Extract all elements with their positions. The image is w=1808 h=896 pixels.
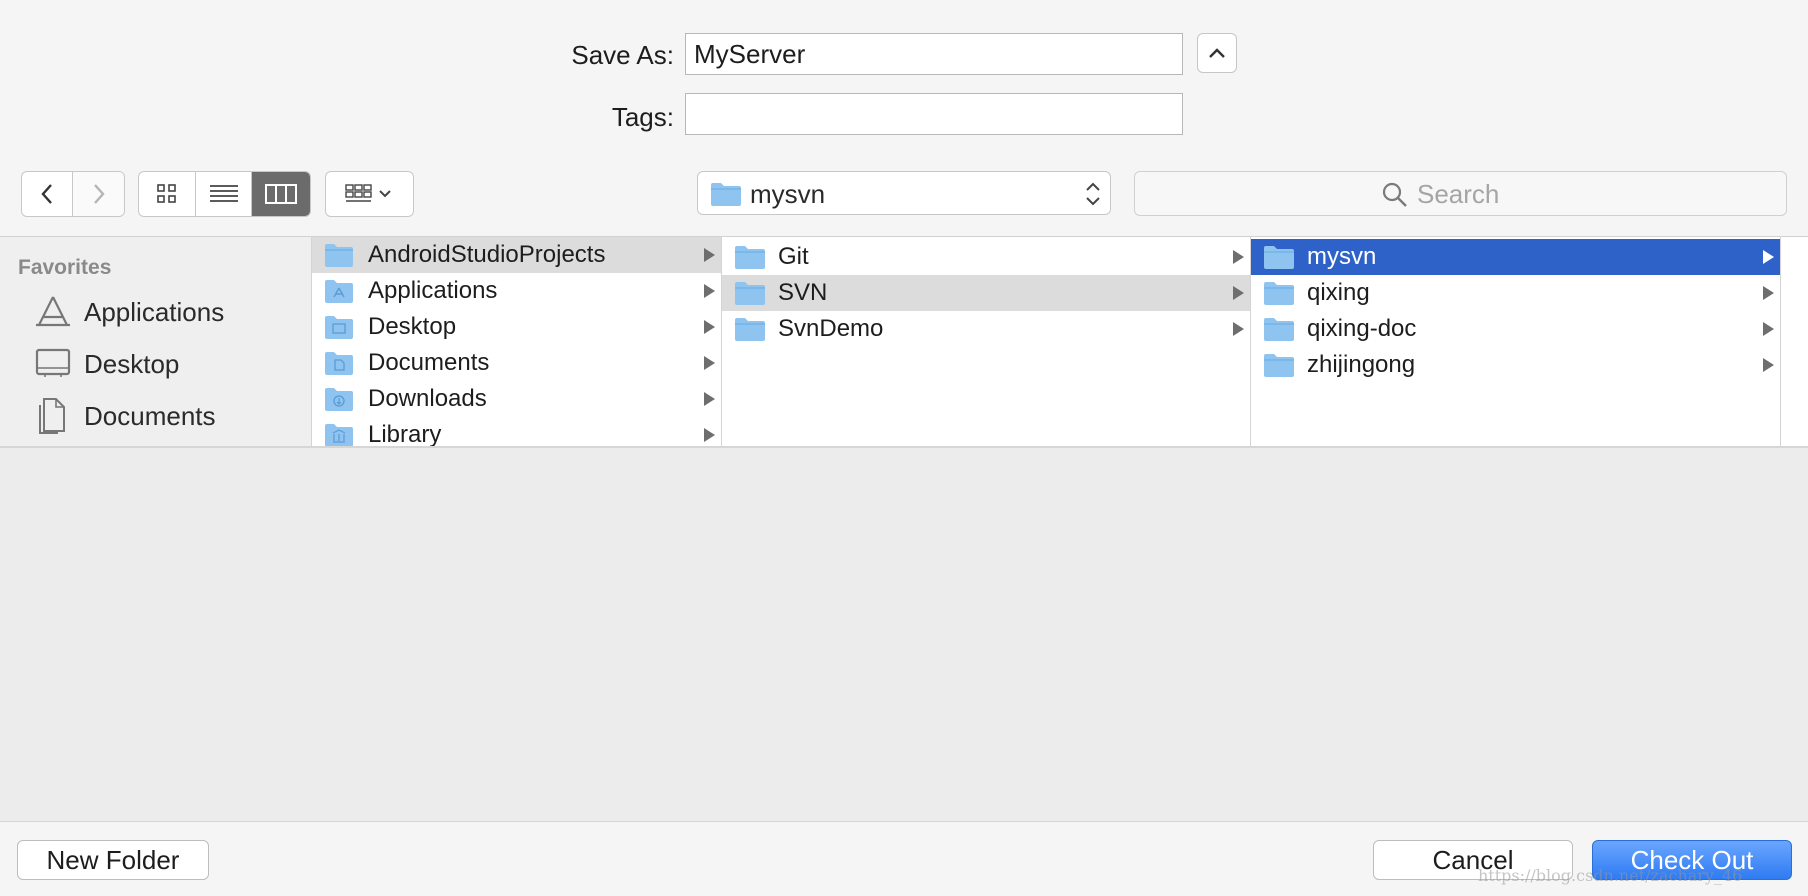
new-folder-button[interactable]: New Folder	[17, 840, 209, 880]
disclosure-arrow-icon	[704, 356, 715, 370]
documents-folder-icon	[325, 352, 353, 375]
list-item[interactable]: qixing-doc	[1251, 311, 1780, 347]
disclosure-arrow-icon	[1233, 322, 1244, 336]
accessory-area	[0, 448, 1808, 821]
folder-icon	[711, 183, 741, 206]
list-item[interactable]: Library	[312, 417, 721, 446]
applications-icon	[36, 296, 70, 327]
icon-view-button[interactable]	[139, 172, 197, 216]
folder-icon	[735, 282, 765, 305]
grid-icon	[157, 184, 176, 203]
tags-label: Tags:	[611, 102, 674, 132]
list-item[interactable]: SVN	[722, 275, 1250, 311]
search-placeholder: Search	[1417, 179, 1500, 209]
list-item[interactable]: AndroidStudioProjects	[312, 237, 721, 273]
list-view-button[interactable]	[196, 172, 252, 216]
chevron-right-icon	[93, 184, 105, 204]
list-item[interactable]: Desktop	[312, 309, 721, 345]
disclosure-arrow-icon	[1763, 286, 1774, 300]
browser-column-2: Git SVN SvnDemo	[722, 237, 1251, 446]
arrange-button[interactable]	[325, 171, 414, 217]
disclosure-arrow-icon	[704, 392, 715, 406]
chevron-up-icon	[1209, 48, 1225, 58]
folder-icon	[1264, 246, 1294, 269]
disclosure-arrow-icon	[704, 428, 715, 442]
folder-icon	[1264, 318, 1294, 341]
sidebar-item-applications[interactable]: Applications	[0, 290, 311, 334]
search-icon	[1382, 182, 1407, 207]
folder-icon	[1264, 282, 1294, 305]
list-item[interactable]: Documents	[312, 345, 721, 381]
save-as-input[interactable]	[685, 33, 1183, 75]
disclosure-arrow-icon	[1763, 358, 1774, 372]
sidebar-item-label: Applications	[84, 296, 225, 327]
watermark: https://blog.csdn.net/zachary_46	[1478, 866, 1743, 885]
save-as-label: Save As:	[571, 40, 674, 70]
column-view-button[interactable]	[251, 172, 310, 216]
folder-icon	[325, 244, 353, 267]
list-item[interactable]: Git	[722, 239, 1250, 275]
location-label: mysvn	[750, 179, 826, 209]
browser-column-3: mysvn qixing qixing-doc zhijingong	[1251, 237, 1781, 446]
applications-folder-icon	[325, 280, 353, 303]
list-item[interactable]: zhijingong	[1251, 347, 1780, 383]
documents-icon	[39, 398, 65, 434]
folder-icon	[735, 318, 765, 341]
up-down-arrows-icon	[1086, 182, 1100, 206]
collapse-toggle-button[interactable]	[1197, 33, 1237, 73]
navigation-buttons	[21, 171, 125, 217]
browser-column-empty	[1781, 237, 1808, 446]
downloads-folder-icon	[325, 388, 353, 411]
disclosure-arrow-icon	[704, 284, 715, 298]
back-button[interactable]	[22, 172, 74, 216]
disclosure-arrow-icon	[1233, 286, 1244, 300]
sidebar-section-title: Favorites	[18, 256, 112, 279]
location-popup[interactable]: mysvn	[697, 171, 1111, 215]
sidebar-item-documents[interactable]: Documents	[0, 394, 311, 438]
disclosure-arrow-icon	[704, 320, 715, 334]
list-icon	[209, 185, 238, 202]
sidebar-item-label: Desktop	[84, 348, 180, 379]
folder-icon	[735, 246, 765, 269]
desktop-folder-icon	[325, 316, 353, 339]
chevron-left-icon	[41, 184, 52, 204]
disclosure-arrow-icon	[1763, 250, 1774, 264]
folder-icon	[1264, 354, 1294, 377]
list-item[interactable]: Applications	[312, 273, 721, 309]
list-item[interactable]: Downloads	[312, 381, 721, 417]
forward-button[interactable]	[73, 172, 124, 216]
sidebar: Favorites Applications Desktop Documents	[0, 237, 311, 446]
disclosure-arrow-icon	[1233, 250, 1244, 264]
library-folder-icon	[325, 424, 353, 446]
columns-icon	[264, 184, 297, 204]
view-mode-control	[138, 171, 311, 217]
arrange-grid-icon	[344, 184, 391, 202]
tags-input[interactable]	[685, 93, 1183, 135]
browser-column-1: AndroidStudioProjects Applications Deskt…	[311, 237, 722, 446]
list-item[interactable]: qixing	[1251, 275, 1780, 311]
sidebar-item-label: Documents	[84, 400, 216, 431]
disclosure-arrow-icon	[704, 248, 715, 262]
sidebar-item-desktop[interactable]: Desktop	[0, 342, 311, 386]
search-field[interactable]: Search	[1134, 171, 1787, 216]
disclosure-arrow-icon	[1763, 322, 1774, 336]
desktop-icon	[35, 348, 71, 377]
list-item[interactable]: SvnDemo	[722, 311, 1250, 347]
list-item[interactable]: mysvn	[1251, 239, 1780, 275]
